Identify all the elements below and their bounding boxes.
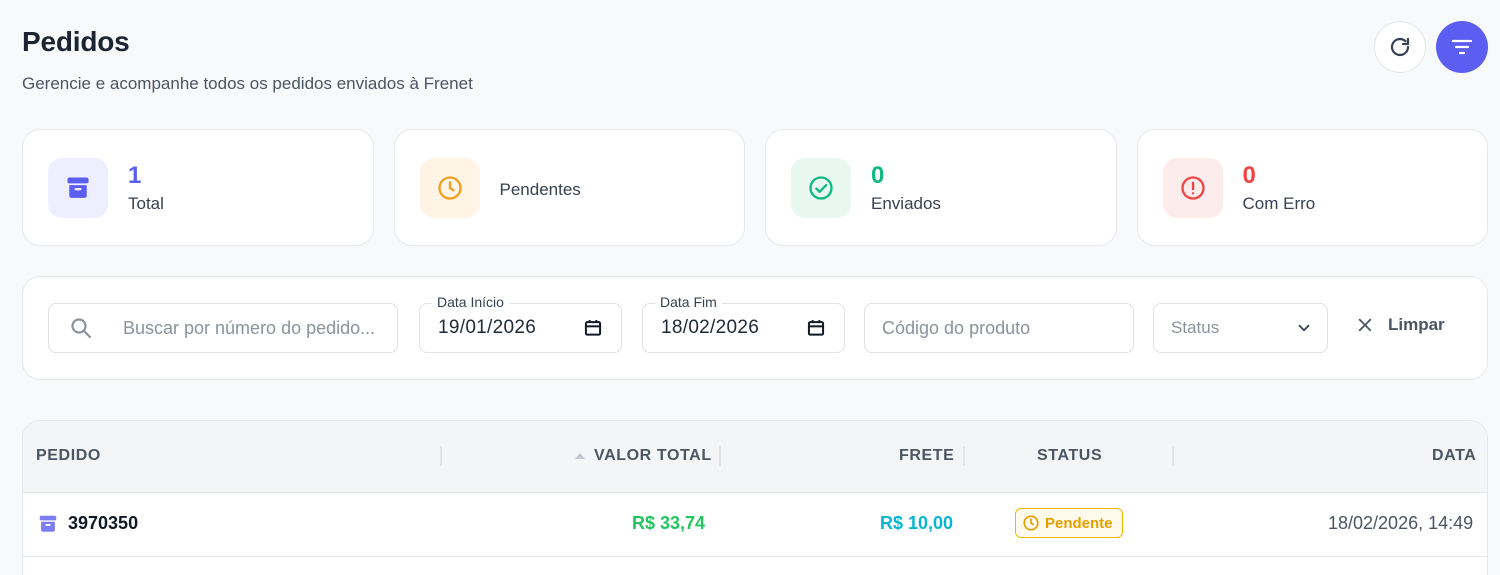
column-header-pedido[interactable]: PEDIDO <box>36 447 101 465</box>
clock-icon <box>437 175 462 200</box>
chevron-down-icon <box>1298 324 1310 332</box>
refresh-button[interactable] <box>1374 21 1426 73</box>
clear-filters-label: Limpar <box>1388 315 1445 334</box>
orders-table: PEDIDO VALOR TOTAL FRETE STATUS DATA 397… <box>22 420 1488 575</box>
column-divider[interactable] <box>440 446 442 466</box>
order-shipping-value: R$ 10,00 <box>880 513 954 533</box>
start-date-label: Data Início <box>432 294 509 310</box>
stat-card-enviados[interactable]: 0 Enviados <box>765 129 1117 246</box>
alert-circle-icon <box>1180 175 1205 200</box>
start-date-field[interactable]: Data Início 19/01/2026 <box>419 294 622 353</box>
stat-value: 0 <box>871 161 885 189</box>
column-header-valor-total[interactable]: VALOR TOTAL <box>594 447 712 465</box>
end-date-label: Data Fim <box>655 294 722 310</box>
stat-icon-box <box>791 157 851 218</box>
stat-value: 1 <box>128 161 142 189</box>
search-icon <box>71 318 92 339</box>
column-divider[interactable] <box>963 446 965 466</box>
stat-icon-box <box>48 157 108 218</box>
close-icon <box>1358 318 1372 332</box>
stat-label: Enviados <box>871 193 941 213</box>
clock-icon <box>1023 515 1039 531</box>
clear-filters-button[interactable]: Limpar <box>1356 315 1445 335</box>
stat-icon-box <box>1162 157 1223 218</box>
order-number[interactable]: 3970350 <box>68 513 138 534</box>
stat-icon-box <box>419 157 480 218</box>
order-date: 18/02/2026, 14:49 <box>1328 513 1474 533</box>
table-header: PEDIDO VALOR TOTAL FRETE STATUS DATA <box>23 421 1487 493</box>
stat-label: Total <box>128 193 164 213</box>
archive-icon <box>39 515 57 532</box>
column-divider[interactable] <box>1172 446 1174 466</box>
filter-icon <box>1451 39 1473 55</box>
search-field[interactable] <box>48 303 398 353</box>
end-date-field[interactable]: Data Fim 18/02/2026 <box>642 294 845 353</box>
status-badge: Pendente <box>1015 508 1123 538</box>
stat-label: Pendentes <box>499 179 581 199</box>
status-select[interactable]: Status <box>1153 303 1328 353</box>
sort-asc-icon[interactable] <box>574 451 586 461</box>
calendar-icon[interactable] <box>806 318 826 338</box>
product-code-field[interactable] <box>864 303 1134 353</box>
page-subtitle: Gerencie e acompanhe todos os pedidos en… <box>22 74 473 93</box>
stat-value: 0 <box>1242 161 1256 189</box>
column-header-data[interactable]: DATA <box>1432 447 1476 465</box>
product-code-input[interactable] <box>882 317 1112 339</box>
filters-panel: Data Início 19/01/2026 Data Fim 18/02/20… <box>22 276 1488 380</box>
stats-row: 1 Total Pendentes 0 Enviados 0 Com Erro <box>22 129 1488 246</box>
column-divider[interactable] <box>719 446 721 466</box>
stat-card-total[interactable]: 1 Total <box>22 129 374 246</box>
page-title: Pedidos <box>22 26 130 57</box>
status-badge-label: Pendente <box>1045 514 1113 532</box>
stat-label: Com Erro <box>1242 193 1316 213</box>
archive-icon <box>67 177 89 198</box>
stat-card-pendentes[interactable]: Pendentes <box>393 129 745 246</box>
page-header: Pedidos Gerencie e acompanhe todos os pe… <box>22 26 473 94</box>
column-header-status[interactable]: STATUS <box>1037 447 1102 465</box>
order-total-value: R$ 33,74 <box>632 513 706 533</box>
stat-card-com-erro[interactable]: 0 Com Erro <box>1136 129 1488 246</box>
top-actions <box>1374 21 1488 73</box>
status-select-placeholder: Status <box>1171 318 1220 337</box>
refresh-icon <box>1390 37 1410 57</box>
check-circle-icon <box>809 175 833 200</box>
end-date-value: 18/02/2026 <box>661 317 760 338</box>
table-row[interactable]: 3970350 R$ 33,74 R$ 10,00 Pendente 18/02… <box>23 493 1487 557</box>
calendar-icon[interactable] <box>583 318 603 338</box>
search-input[interactable] <box>123 317 383 339</box>
start-date-value: 19/01/2026 <box>438 317 537 338</box>
column-header-frete[interactable]: FRETE <box>899 447 954 465</box>
filter-button[interactable] <box>1436 21 1488 73</box>
